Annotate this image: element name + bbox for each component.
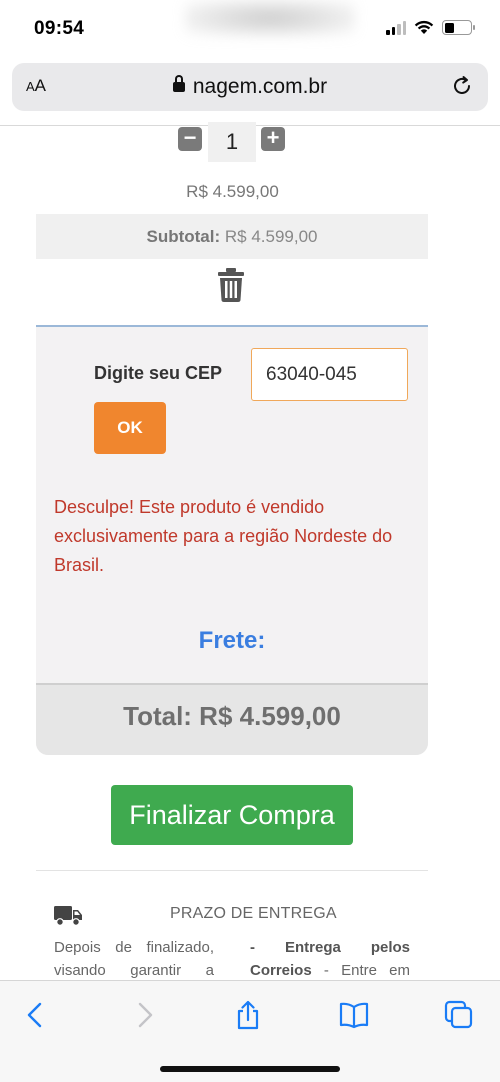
unit-price: R$ 4.599,00 xyxy=(186,182,279,201)
forward-icon[interactable] xyxy=(128,999,160,1031)
frete-label: Frete: xyxy=(198,627,266,654)
url-text: nagem.com.br xyxy=(192,75,328,98)
ok-button[interactable]: OK xyxy=(94,402,166,454)
home-indicator xyxy=(160,1066,340,1072)
subtotal-value: R$ 4.599,00 xyxy=(224,227,318,246)
cep-label: Digite seu CEP xyxy=(94,363,223,383)
wifi-icon xyxy=(414,20,434,34)
finalize-purchase-button[interactable]: Finalizar Compra xyxy=(111,785,353,845)
cep-input[interactable] xyxy=(251,348,408,401)
delivery-right-text: - Entrega pelos Correios - Entre em xyxy=(250,936,410,982)
reload-icon[interactable] xyxy=(450,74,474,98)
tabs-icon[interactable] xyxy=(443,999,475,1031)
subtotal-row: Subtotal: R$ 4.599,00 xyxy=(36,214,428,259)
trash-icon[interactable] xyxy=(217,268,245,302)
cellular-signal-icon xyxy=(386,20,406,35)
status-time: 09:54 xyxy=(34,18,85,39)
battery-icon xyxy=(442,20,475,35)
share-icon[interactable] xyxy=(232,999,264,1031)
status-icons xyxy=(386,20,475,35)
status-bar: 09:54 xyxy=(0,0,500,58)
url-display[interactable]: nagem.com.br xyxy=(12,75,488,99)
error-message: Desculpe! Este produto é vendido exclusi… xyxy=(54,497,393,575)
subtotal-label: Subtotal: xyxy=(146,227,221,246)
delivery-right-rest: - Entre em xyxy=(311,962,410,979)
quantity-decrease-button[interactable]: − xyxy=(178,127,202,151)
back-icon[interactable] xyxy=(20,999,52,1031)
delivery-left-text: Depois de finalizado, visando garantir a xyxy=(54,939,214,979)
quantity-increase-button[interactable]: + xyxy=(261,127,285,151)
order-total: Total: R$ 4.599,00 xyxy=(36,683,428,755)
quantity-value[interactable]: 1 xyxy=(208,122,256,162)
delivery-title: PRAZO DE ENTREGA xyxy=(170,905,337,922)
bookmarks-icon[interactable] xyxy=(338,999,370,1031)
camera-notch-blur xyxy=(185,0,355,36)
lock-icon xyxy=(172,75,185,92)
shipping-panel: Digite seu CEP OK Desculpe! Este produto… xyxy=(36,325,428,755)
truck-icon xyxy=(54,906,82,926)
section-divider xyxy=(36,870,428,871)
address-bar[interactable]: AA nagem.com.br xyxy=(12,63,488,111)
